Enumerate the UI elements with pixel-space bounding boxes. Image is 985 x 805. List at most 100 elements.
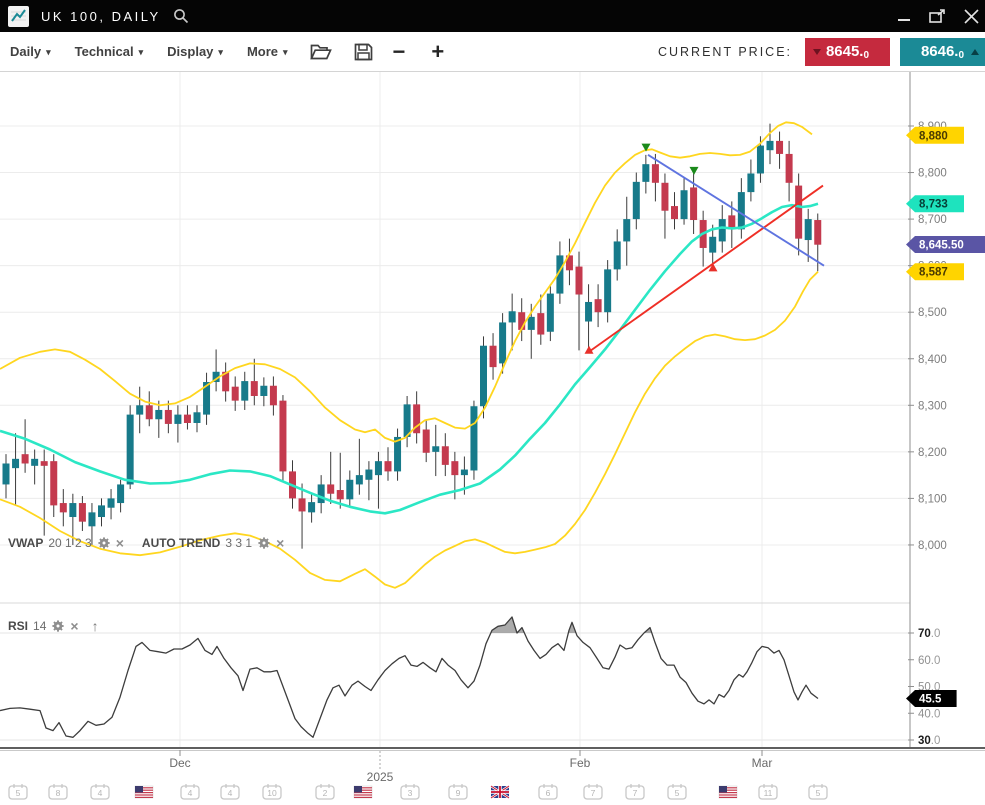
save-icon[interactable] (354, 43, 373, 61)
svg-text:5: 5 (816, 788, 821, 798)
svg-text:4: 4 (98, 788, 103, 798)
arrow-down-icon (813, 49, 821, 55)
vwap-params: 20 1 2 3 (48, 536, 91, 550)
gear-icon[interactable] (97, 536, 111, 550)
svg-text:4: 4 (188, 788, 193, 798)
calendar-event-icon: 5 (9, 784, 27, 799)
us-flag-icon (719, 786, 737, 798)
svg-text:8,733: 8,733 (919, 199, 948, 211)
gear-icon[interactable] (51, 619, 65, 633)
svg-text:45.5: 45.5 (919, 694, 942, 706)
svg-text:10: 10 (267, 788, 277, 798)
time-axis-labels: Dec2025FebMar (169, 750, 772, 784)
chart-window: UK 100, DAILY Daily (0, 0, 985, 805)
calendar-event-icon: 5 (809, 784, 827, 799)
calendar-event-icon: 7 (626, 784, 644, 799)
minimize-button[interactable] (897, 9, 911, 23)
menu-display[interactable]: Display ▾ (167, 44, 223, 59)
calendar-event-icon: 11 (759, 784, 777, 799)
svg-text:8,500: 8,500 (918, 307, 947, 319)
svg-text:8,587: 8,587 (919, 267, 948, 279)
rsi-params: 14 (33, 619, 46, 633)
svg-text:8,300: 8,300 (918, 400, 947, 412)
rsi-value-badge: 45.5 (906, 690, 957, 707)
svg-text:8,100: 8,100 (918, 493, 947, 505)
calendar-event-icon: 2 (316, 784, 334, 799)
zoom-in-button[interactable]: + (431, 41, 444, 63)
svg-text:30.0: 30.0 (918, 735, 940, 747)
svg-text:40.0: 40.0 (918, 708, 940, 720)
price-badge-8,880: 8,880 (906, 127, 964, 144)
price-badge-8,587: 8,587 (906, 263, 964, 280)
calendar-event-icon: 10 (263, 784, 281, 799)
gear-icon[interactable] (257, 536, 271, 550)
svg-text:5: 5 (16, 788, 21, 798)
calendar-event-icon: 4 (221, 784, 239, 799)
zoom-out-button[interactable]: − (393, 41, 406, 63)
event-calendar-row: 5 8 4 4 4 10 2 3 9 6 7 7 5 11 5 (9, 784, 827, 799)
calendar-event-icon: 6 (539, 784, 557, 799)
rsi-label: RSI (8, 619, 28, 633)
open-folder-icon[interactable] (310, 43, 332, 60)
us-flag-icon (354, 786, 372, 798)
svg-text:8,800: 8,800 (918, 168, 947, 180)
rsi-line (0, 617, 818, 737)
close-icon[interactable]: × (116, 536, 124, 550)
close-icon[interactable] (964, 9, 979, 24)
svg-text:Mar: Mar (752, 756, 773, 770)
calendar-event-icon: 8 (49, 784, 67, 799)
svg-text:9: 9 (456, 788, 461, 798)
chevron-down-icon: ▾ (218, 47, 223, 58)
svg-text:8,700: 8,700 (918, 214, 947, 226)
vwap-label: VWAP (8, 536, 43, 550)
svg-text:2: 2 (323, 788, 328, 798)
sell-price-badge[interactable]: 8645.0 (805, 38, 890, 66)
price-axis-labels: 8,9008,8008,7008,6008,5008,4008,3008,200… (908, 121, 947, 747)
calendar-event-icon: 3 (401, 784, 419, 799)
us-flag-icon (135, 786, 153, 798)
svg-text:8,645.50: 8,645.50 (919, 239, 964, 251)
overlays-layer (0, 122, 824, 588)
calendar-event-icon: 7 (584, 784, 602, 799)
svg-text:4: 4 (228, 788, 233, 798)
chevron-down-icon: ▾ (46, 47, 51, 58)
popout-button[interactable] (929, 9, 946, 24)
chevron-down-icon: ▾ (139, 47, 144, 58)
chart-app-icon (8, 6, 29, 27)
svg-text:8: 8 (56, 788, 61, 798)
svg-text:3: 3 (408, 788, 413, 798)
arrow-up-icon (971, 49, 979, 55)
calendar-event-icon: 4 (181, 784, 199, 799)
menu-daily[interactable]: Daily ▾ (10, 44, 51, 59)
instrument-title: UK 100, DAILY (41, 9, 161, 24)
search-icon[interactable] (173, 8, 189, 24)
svg-text:8,000: 8,000 (918, 540, 947, 552)
svg-text:8,400: 8,400 (918, 354, 947, 366)
chart-toolbar: Daily ▾ Technical ▾ Display ▾ More ▾ (0, 32, 985, 72)
svg-text:8,200: 8,200 (918, 447, 947, 459)
auto-trend-params: 3 3 1 (225, 536, 252, 550)
auto-trend-label: AUTO TREND (142, 536, 220, 550)
svg-text:2025: 2025 (367, 770, 394, 784)
svg-text:11: 11 (764, 788, 773, 798)
rsi-indicator-row: RSI 14 × ↑ (8, 618, 99, 634)
close-icon[interactable]: × (276, 536, 284, 550)
svg-text:6: 6 (546, 788, 551, 798)
move-panel-up-icon[interactable]: ↑ (92, 618, 99, 634)
price-chart[interactable]: 8,9008,8008,7008,6008,5008,4008,3008,200… (0, 0, 985, 805)
buy-price-badge[interactable]: 8646.0 (900, 38, 985, 66)
close-icon[interactable]: × (70, 619, 78, 633)
svg-text:70.0: 70.0 (918, 628, 940, 640)
chevron-down-icon: ▾ (283, 47, 288, 58)
menu-technical[interactable]: Technical ▾ (75, 44, 144, 59)
calendar-event-icon: 4 (91, 784, 109, 799)
svg-text:8,880: 8,880 (919, 130, 948, 142)
vwap-indicator-row: VWAP 20 1 2 3 × AUTO TREND 3 3 1 × (8, 536, 284, 550)
price-badge-8,733: 8,733 (906, 195, 964, 212)
svg-text:7: 7 (591, 788, 596, 798)
calendar-event-icon: 5 (668, 784, 686, 799)
menu-more[interactable]: More ▾ (247, 44, 288, 59)
price-badge-8,645.50: 8,645.50 (906, 236, 985, 253)
calendar-event-icon: 9 (449, 784, 467, 799)
svg-text:60.0: 60.0 (918, 655, 940, 667)
